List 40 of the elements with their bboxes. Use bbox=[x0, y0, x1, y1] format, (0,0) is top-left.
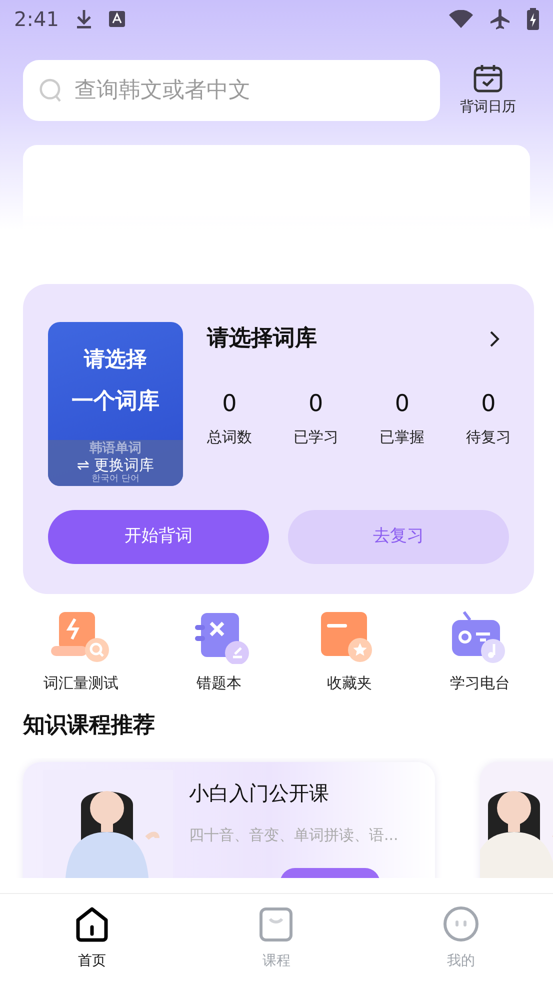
book-cover[interactable]: 请选择 一个词库 韩语单词 ⇌ 更换词库 한국어 단어 bbox=[48, 322, 183, 486]
cover-korean: 한국어 단어 bbox=[92, 474, 140, 486]
stat-value: 0 bbox=[481, 390, 496, 419]
search-input[interactable]: 查询韩文或者中文 bbox=[72, 73, 424, 108]
shortcut-button[interactable]: 词汇量测试 bbox=[43, 610, 118, 694]
start-button[interactable]: 开始背词 bbox=[48, 510, 269, 564]
course-title: 小白入门公开课 bbox=[189, 780, 330, 806]
face-icon bbox=[442, 906, 479, 942]
cover-title: 请选择 bbox=[84, 346, 147, 373]
shortcut-button[interactable]: 错题本 bbox=[188, 610, 249, 694]
stat-value: 0 bbox=[222, 390, 237, 419]
stat-value: 0 bbox=[308, 390, 324, 419]
course-subtitle: 四十音、音变、单词拼读、语... bbox=[189, 824, 398, 846]
keyboard-icon bbox=[108, 11, 125, 27]
word-bank-title[interactable]: 请选择词库 bbox=[207, 322, 317, 355]
download-icon bbox=[74, 9, 93, 29]
stat-label: 已学习 bbox=[293, 426, 338, 448]
search-field[interactable]: 查询韩文或者中文 bbox=[23, 60, 440, 121]
course-card[interactable]: 小白入门公开课 四十音、音变、单词拼读、语... bbox=[23, 762, 435, 878]
bag-icon bbox=[258, 906, 294, 942]
stat-label: 待复习 bbox=[466, 426, 511, 448]
calendar-button[interactable]: 背词日历 bbox=[460, 63, 516, 118]
change-bank-link[interactable]: ⇌ 更换词库 bbox=[76, 456, 154, 474]
wifi-icon bbox=[449, 10, 473, 28]
status-time: 2:41 bbox=[14, 6, 59, 33]
section-heading: 知识课程推荐 bbox=[23, 712, 156, 740]
airplane-icon bbox=[489, 8, 511, 30]
shortcut-button[interactable]: 学习电台 bbox=[450, 610, 510, 694]
chevron-right-icon bbox=[489, 330, 501, 348]
home-icon bbox=[74, 906, 110, 942]
calendar-icon bbox=[473, 63, 503, 93]
stat-label: 已掌握 bbox=[380, 426, 425, 448]
stat-label: 总词数 bbox=[207, 426, 252, 448]
shortcut-button[interactable]: 收藏夹 bbox=[319, 610, 380, 694]
stat-value: 0 bbox=[394, 390, 410, 419]
cover-title: 一个词库 bbox=[72, 388, 160, 416]
battery-icon bbox=[527, 8, 539, 30]
cover-series: 韩语单词 bbox=[90, 442, 142, 456]
lightning-icon bbox=[50, 610, 111, 664]
tab-item[interactable]: 首页 bbox=[32, 906, 152, 972]
